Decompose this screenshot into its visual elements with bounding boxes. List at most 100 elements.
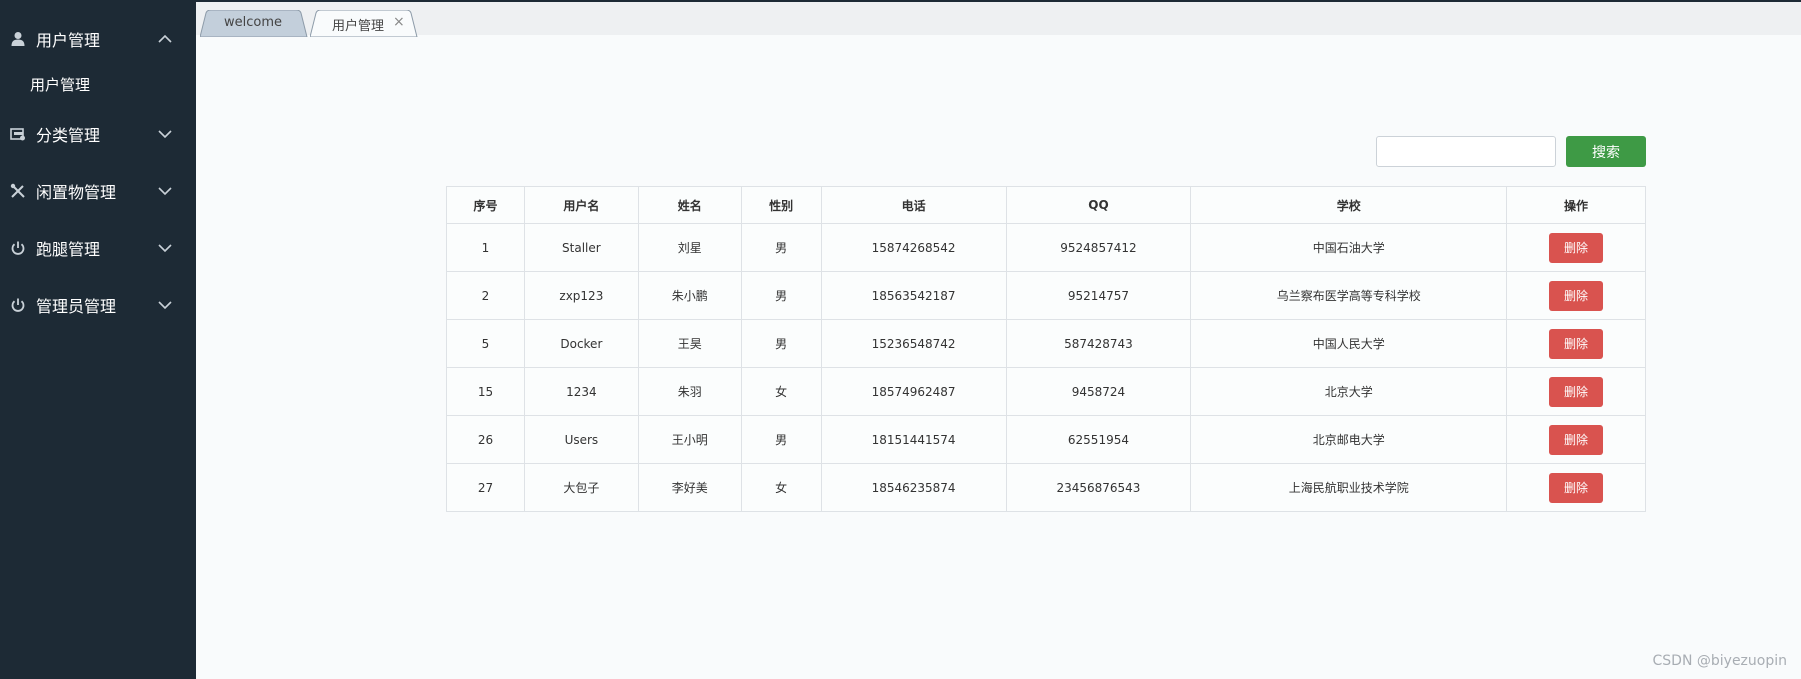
cell-id: 15 (446, 367, 525, 416)
tab-bar: welcome 用户管理 × (196, 0, 1801, 37)
chevron-down-icon (158, 130, 172, 139)
cell-phone: 15874268542 (820, 223, 1007, 272)
tools-icon (10, 183, 25, 198)
power-icon (11, 241, 25, 255)
table-row: 15 1234 朱羽 女 18574962487 9458724 北京大学 删除 (446, 367, 1646, 416)
table-header-row: 序号 用户名 姓名 性别 电话 QQ 学校 操作 (446, 186, 1646, 224)
column-header: 用户名 (523, 186, 639, 224)
cell-gender: 女 (740, 463, 822, 512)
cell-name: 刘星 (637, 223, 742, 272)
cell-username: 大包子 (523, 463, 639, 512)
column-header: 学校 (1190, 186, 1508, 224)
sidebar-group-label: 分类管理 (36, 126, 101, 145)
table-row: 2 zxp123 朱小鹏 男 18563542187 95214757 乌兰察布… (446, 271, 1646, 320)
sidebar-group-label: 跑腿管理 (36, 240, 101, 259)
cell-school: 乌兰察布医学高等专科学校 (1190, 271, 1508, 320)
user-icon (11, 32, 25, 46)
cell-id: 2 (446, 271, 525, 320)
table-row: 1 Staller 刘星 男 15874268542 9524857412 中国… (446, 223, 1646, 272)
tab-user-management[interactable]: 用户管理 × (310, 10, 422, 37)
cell-qq: 95214757 (1005, 271, 1192, 320)
cell-gender: 男 (740, 223, 822, 272)
cell-id: 5 (446, 319, 525, 368)
cell-qq: 62551954 (1005, 415, 1192, 464)
cell-gender: 男 (740, 415, 822, 464)
cell-action: 删除 (1506, 223, 1646, 272)
sidebar-group-label: 闲置物管理 (36, 183, 117, 202)
column-header: 序号 (446, 186, 525, 224)
cell-phone: 18151441574 (820, 415, 1007, 464)
delete-button[interactable]: 删除 (1549, 232, 1604, 263)
cell-id: 1 (446, 223, 525, 272)
chevron-down-icon (158, 187, 172, 196)
column-header: 电话 (820, 186, 1007, 224)
category-icon (10, 128, 25, 141)
user-table: 序号 用户名 姓名 性别 电话 QQ 学校 操作 1 Staller 刘星 男 … (446, 186, 1646, 512)
cell-action: 删除 (1506, 415, 1646, 464)
search-input[interactable] (1376, 136, 1556, 167)
cell-action: 删除 (1506, 463, 1646, 512)
chevron-up-icon (158, 34, 172, 43)
column-header: 姓名 (637, 186, 742, 224)
cell-qq: 587428743 (1005, 319, 1192, 368)
delete-button[interactable]: 删除 (1549, 280, 1604, 311)
delete-button[interactable]: 删除 (1549, 376, 1604, 407)
cell-name: 李好美 (637, 463, 742, 512)
cell-username: Docker (523, 319, 639, 368)
cell-id: 26 (446, 415, 525, 464)
cell-id: 27 (446, 463, 525, 512)
sidebar: 用户管理 用户管理 分类管理 闲置物管理 跑腿管理 管理员管理 (0, 0, 196, 679)
sidebar-group-label: 管理员管理 (36, 297, 117, 316)
tab-label: 用户管理 (332, 19, 385, 34)
cell-qq: 9458724 (1005, 367, 1192, 416)
cell-gender: 男 (740, 319, 822, 368)
tab-label: welcome (224, 15, 283, 30)
chevron-down-icon (158, 301, 172, 310)
cell-name: 朱羽 (637, 367, 742, 416)
sidebar-group-user-management[interactable]: 用户管理 (0, 19, 196, 59)
cell-school: 北京邮电大学 (1190, 415, 1508, 464)
sidebar-group-idle-items-management[interactable]: 闲置物管理 (0, 171, 196, 211)
cell-qq: 23456876543 (1005, 463, 1192, 512)
cell-action: 删除 (1506, 271, 1646, 320)
column-header: 性别 (740, 186, 822, 224)
cell-school: 中国石油大学 (1190, 223, 1508, 272)
cell-phone: 15236548742 (820, 319, 1007, 368)
cell-gender: 女 (740, 367, 822, 416)
cell-username: Staller (523, 223, 639, 272)
sidebar-group-category-management[interactable]: 分类管理 (0, 114, 196, 154)
cell-gender: 男 (740, 271, 822, 320)
search-button[interactable]: 搜索 (1566, 136, 1646, 167)
sidebar-group-admin-management[interactable]: 管理员管理 (0, 285, 196, 325)
cell-phone: 18546235874 (820, 463, 1007, 512)
cell-phone: 18563542187 (820, 271, 1007, 320)
column-header: 操作 (1506, 186, 1646, 224)
cell-action: 删除 (1506, 319, 1646, 368)
table-row: 27 大包子 李好美 女 18546235874 23456876543 上海民… (446, 463, 1646, 512)
cell-phone: 18574962487 (820, 367, 1007, 416)
cell-name: 王小明 (637, 415, 742, 464)
sidebar-group-label: 用户管理 (36, 31, 101, 50)
delete-button[interactable]: 删除 (1549, 472, 1604, 503)
cell-school: 上海民航职业技术学院 (1190, 463, 1508, 512)
cell-qq: 9524857412 (1005, 223, 1192, 272)
power-icon (11, 298, 25, 312)
watermark: CSDN @biyezuopin (1652, 653, 1787, 669)
cell-school: 中国人民大学 (1190, 319, 1508, 368)
cell-school: 北京大学 (1190, 367, 1508, 416)
delete-button[interactable]: 删除 (1549, 328, 1604, 359)
sidebar-subitem-user-management[interactable]: 用户管理 (30, 74, 90, 98)
chevron-down-icon (158, 244, 172, 253)
cell-username: zxp123 (523, 271, 639, 320)
cell-username: 1234 (523, 367, 639, 416)
cell-action: 删除 (1506, 367, 1646, 416)
table-row: 26 Users 王小明 男 18151441574 62551954 北京邮电… (446, 415, 1646, 464)
cell-name: 王昊 (637, 319, 742, 368)
table-row: 5 Docker 王昊 男 15236548742 587428743 中国人民… (446, 319, 1646, 368)
delete-button[interactable]: 删除 (1549, 424, 1604, 455)
close-icon[interactable]: × (393, 14, 405, 30)
cell-name: 朱小鹏 (637, 271, 742, 320)
cell-username: Users (523, 415, 639, 464)
sidebar-group-errand-management[interactable]: 跑腿管理 (0, 228, 196, 268)
tab-welcome[interactable]: welcome (200, 10, 312, 37)
